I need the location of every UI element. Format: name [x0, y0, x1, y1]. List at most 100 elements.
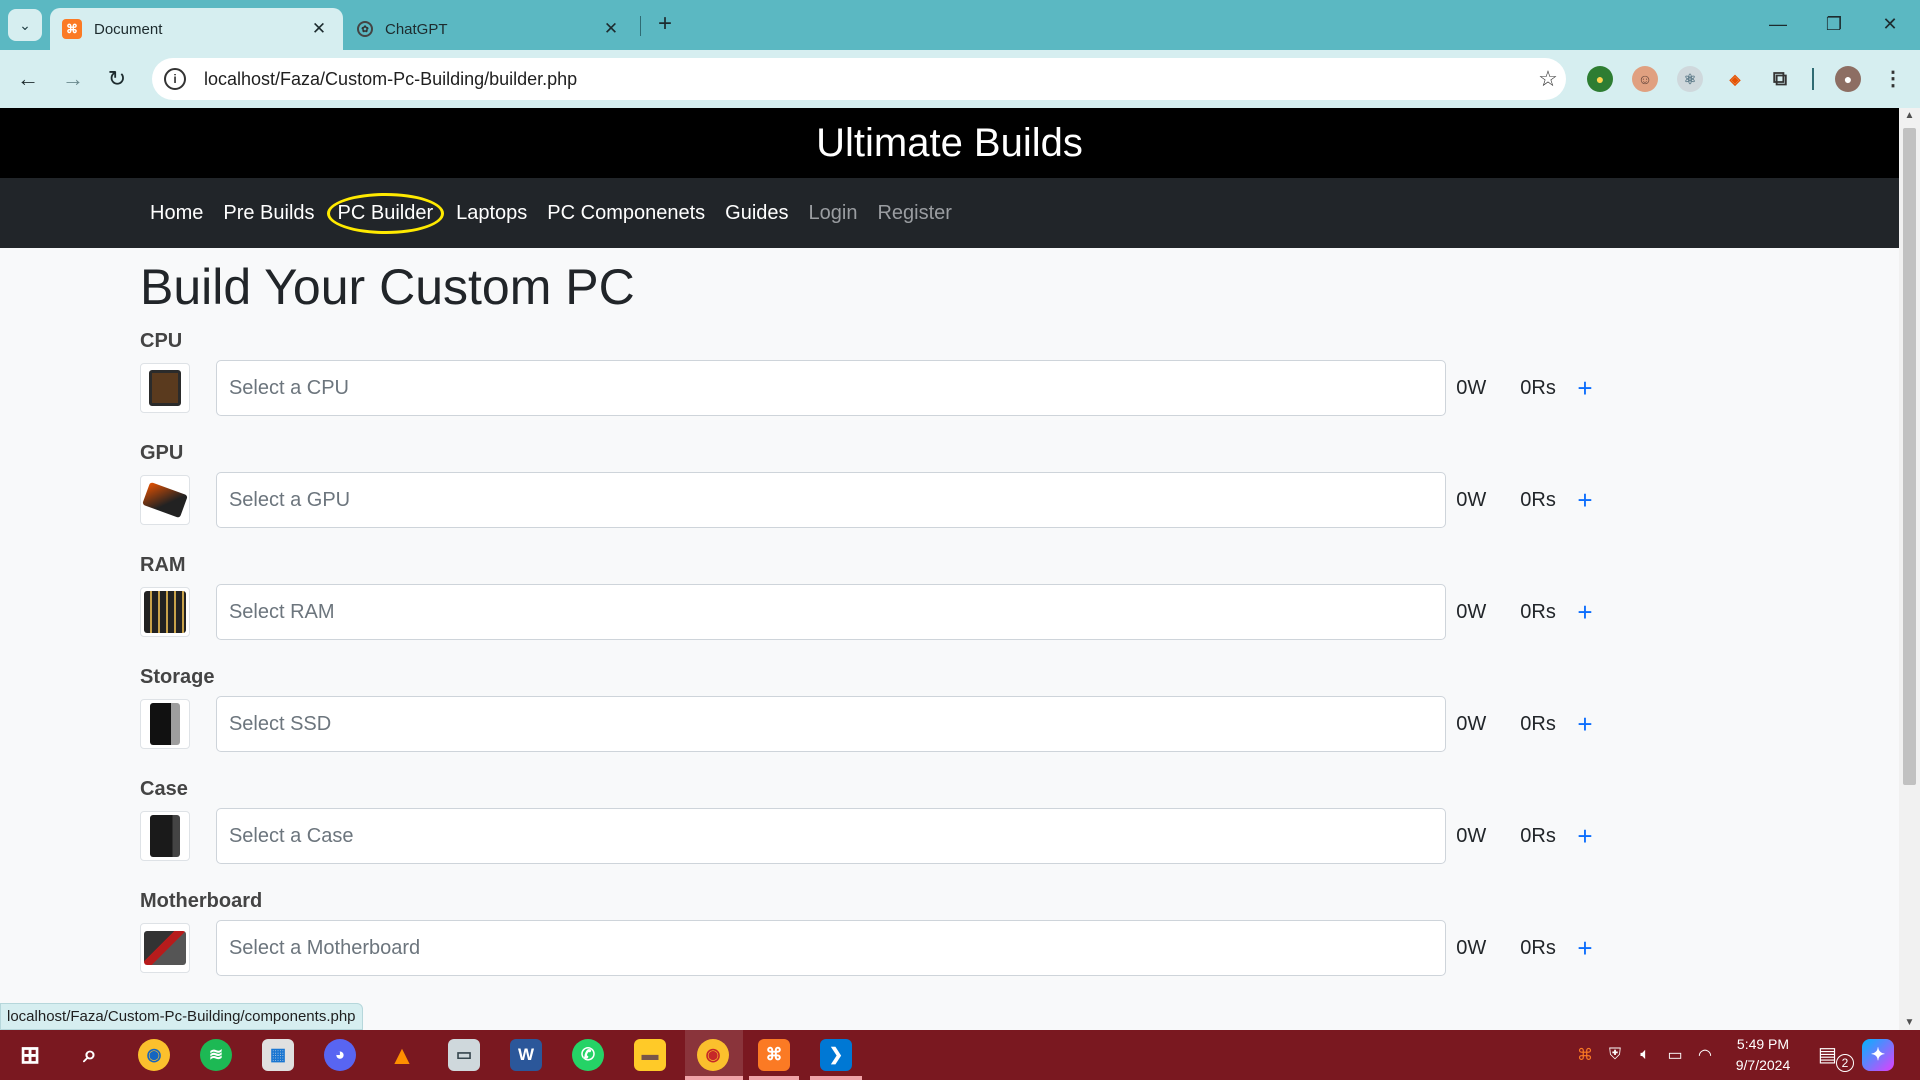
- close-icon[interactable]: ✕: [307, 19, 331, 39]
- component-watts: 0W: [1456, 712, 1487, 735]
- reload-button[interactable]: ↻: [101, 63, 133, 95]
- taskbar-clock[interactable]: 5:49 PM 9/7/2024: [1728, 1034, 1798, 1076]
- add-button[interactable]: +: [1570, 485, 1600, 516]
- component-cpu: CPU Select a CPU 0W 0Rs +: [140, 324, 1600, 436]
- component-gpu: GPU Select a GPU 0W 0Rs +: [140, 436, 1600, 548]
- vlc-icon[interactable]: ▲: [386, 1039, 418, 1071]
- url-text[interactable]: localhost/Faza/Custom-Pc-Building/builde…: [204, 69, 1530, 90]
- component-watts: 0W: [1456, 824, 1487, 847]
- page-scrollbar[interactable]: ▲ ▼: [1899, 108, 1920, 1030]
- address-bar[interactable]: i localhost/Faza/Custom-Pc-Building/buil…: [152, 58, 1566, 100]
- case-select[interactable]: Select a Case: [215, 808, 1447, 864]
- page-viewport: Ultimate Builds Home Pre Builds PC Build…: [0, 108, 1899, 1030]
- file-explorer-icon[interactable]: ▬: [634, 1039, 666, 1071]
- ram-select[interactable]: Select RAM: [215, 584, 1447, 640]
- chatgpt-icon: ✿: [357, 21, 373, 37]
- nav-pre-builds[interactable]: Pre Builds: [213, 202, 324, 225]
- system-tray: ⌘ ⛨ 🔈︎ ▭ ◠: [1570, 1030, 1720, 1080]
- close-icon[interactable]: ✕: [599, 19, 623, 39]
- extension-avatar-icon[interactable]: ☺: [1632, 66, 1658, 92]
- component-storage: Storage Select SSD 0W 0Rs +: [140, 660, 1600, 772]
- cpu-icon: [140, 363, 190, 413]
- tab-chatgpt[interactable]: ✿ ChatGPT ✕: [345, 8, 635, 50]
- extension-cap-icon[interactable]: ◈: [1722, 66, 1748, 92]
- add-button[interactable]: +: [1570, 821, 1600, 852]
- nav-pc-builder[interactable]: PC Builder: [326, 192, 445, 234]
- minimize-button[interactable]: —: [1758, 8, 1798, 40]
- ssd-icon: [140, 699, 190, 749]
- component-motherboard: Motherboard Select a Motherboard 0W 0Rs …: [140, 884, 1600, 996]
- component-label: Motherboard: [140, 890, 263, 912]
- photos-icon[interactable]: ▭: [448, 1039, 480, 1071]
- bookmark-star-icon[interactable]: ☆: [1530, 66, 1566, 92]
- nav-laptops[interactable]: Laptops: [446, 202, 537, 225]
- tab-separator: [640, 16, 641, 36]
- extensions-puzzle-icon[interactable]: ⧉: [1767, 66, 1793, 92]
- component-watts: 0W: [1456, 936, 1487, 959]
- page-title: Build Your Custom PC: [140, 259, 635, 315]
- component-price: 0Rs: [1520, 824, 1556, 847]
- nav-register[interactable]: Register: [867, 202, 961, 225]
- add-button[interactable]: +: [1570, 597, 1600, 628]
- nav-guides[interactable]: Guides: [715, 202, 798, 225]
- add-button[interactable]: +: [1570, 709, 1600, 740]
- security-shield-icon[interactable]: ⛨: [1600, 1046, 1630, 1064]
- copilot-icon[interactable]: ✦: [1862, 1039, 1894, 1071]
- tab-title: Document: [94, 20, 163, 38]
- discord-icon[interactable]: ◕: [324, 1039, 356, 1071]
- microsoft-store-icon[interactable]: ▦: [262, 1039, 294, 1071]
- browser-tab-bar: ⌄ ⌘ Document ✕ ✿ ChatGPT ✕ + — ❐ ✕: [0, 0, 1920, 50]
- component-ram: RAM Select RAM 0W 0Rs +: [140, 548, 1600, 660]
- nav-login[interactable]: Login: [799, 202, 868, 225]
- gpu-select[interactable]: Select a GPU: [215, 472, 1447, 528]
- nav-pc-components[interactable]: PC Componenets: [537, 202, 715, 225]
- restore-button[interactable]: ❐: [1814, 8, 1854, 40]
- status-url-bubble: localhost/Faza/Custom-Pc-Building/compon…: [0, 1003, 363, 1030]
- extension-globe-icon[interactable]: ●: [1587, 66, 1613, 92]
- scroll-down-icon[interactable]: ▼: [1899, 1017, 1920, 1028]
- menu-kebab-icon[interactable]: ⋮: [1880, 66, 1906, 92]
- tab-document[interactable]: ⌘ Document ✕: [50, 8, 343, 50]
- word-icon[interactable]: W: [510, 1039, 542, 1071]
- profile-avatar[interactable]: ●: [1835, 66, 1861, 92]
- component-price: 0Rs: [1520, 936, 1556, 959]
- back-button[interactable]: ←: [12, 63, 44, 95]
- vscode-icon[interactable]: ❯: [820, 1039, 852, 1071]
- clock-time: 5:49 PM: [1736, 1036, 1790, 1052]
- extension-react-icon[interactable]: ⚛: [1677, 66, 1703, 92]
- taskbar-running-indicator: [810, 1076, 862, 1080]
- nav-home[interactable]: Home: [140, 202, 213, 225]
- search-icon[interactable]: ⌕: [74, 1039, 106, 1071]
- scrollbar-thumb[interactable]: [1903, 128, 1916, 785]
- chrome-icon[interactable]: ◉: [138, 1039, 170, 1071]
- window-close-button[interactable]: ✕: [1870, 8, 1910, 40]
- site-info-icon[interactable]: i: [164, 68, 186, 90]
- volume-icon[interactable]: 🔈︎: [1630, 1046, 1660, 1064]
- xampp-tray-icon[interactable]: ⌘: [1570, 1045, 1600, 1065]
- wifi-icon[interactable]: ◠: [1690, 1045, 1720, 1065]
- forward-button[interactable]: →: [57, 63, 89, 95]
- gpu-icon: [140, 475, 190, 525]
- toolbar-separator: [1812, 68, 1814, 90]
- component-label: Case: [140, 778, 188, 800]
- component-watts: 0W: [1456, 600, 1487, 623]
- scroll-up-icon[interactable]: ▲: [1899, 110, 1920, 121]
- motherboard-select[interactable]: Select a Motherboard: [215, 920, 1447, 976]
- xampp-icon: ⌘: [62, 19, 82, 39]
- chrome-active-icon[interactable]: ◉: [697, 1039, 729, 1071]
- add-button[interactable]: +: [1570, 933, 1600, 964]
- battery-icon[interactable]: ▭: [1660, 1045, 1690, 1065]
- whatsapp-icon[interactable]: ✆: [572, 1039, 604, 1071]
- tab-search-dropdown-icon[interactable]: ⌄: [8, 9, 42, 41]
- xampp-taskbar-icon[interactable]: ⌘: [758, 1039, 790, 1071]
- windows-start-icon[interactable]: ⊞: [14, 1039, 46, 1071]
- spotify-icon[interactable]: ≋: [200, 1039, 232, 1071]
- component-price: 0Rs: [1520, 488, 1556, 511]
- cpu-select[interactable]: Select a CPU: [215, 360, 1447, 416]
- add-button[interactable]: +: [1570, 373, 1600, 404]
- new-tab-button[interactable]: +: [650, 10, 680, 40]
- storage-select[interactable]: Select SSD: [215, 696, 1447, 752]
- component-label: GPU: [140, 442, 184, 464]
- motherboard-icon: [140, 923, 190, 973]
- notification-center-icon[interactable]: ▤ 2: [1818, 1042, 1854, 1072]
